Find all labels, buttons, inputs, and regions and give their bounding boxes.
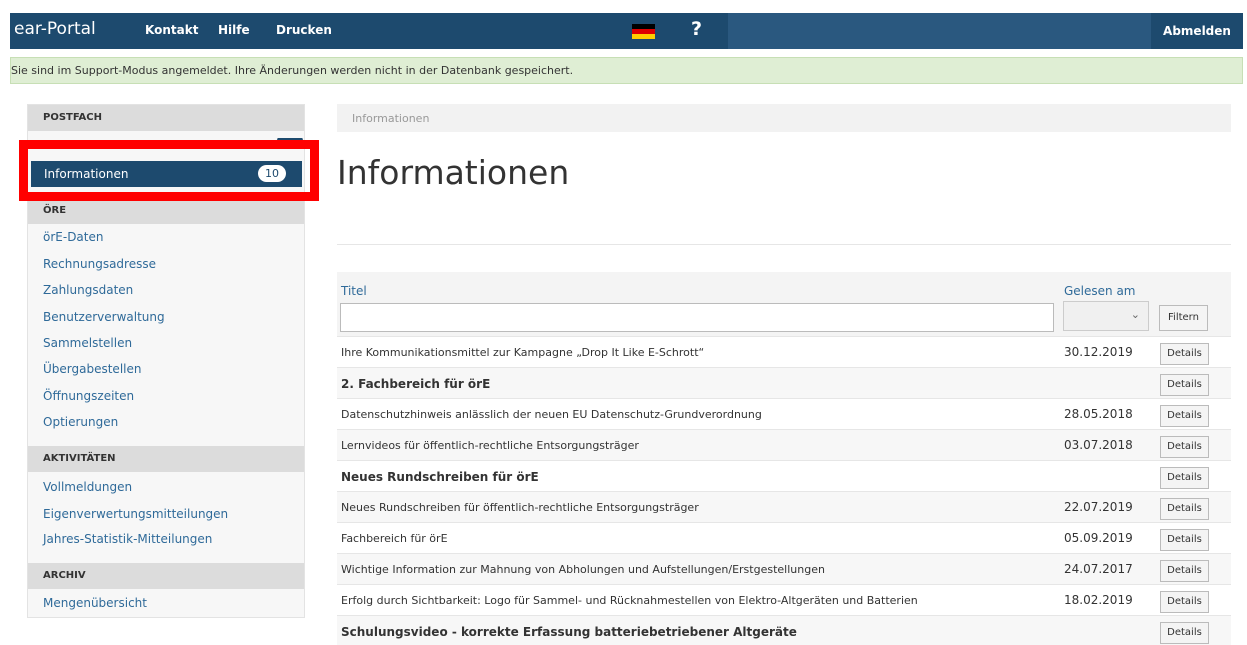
german-flag-icon[interactable] [632,24,655,39]
table-row: Ihre Kommunikationsmittel zur Kampagne „… [337,336,1231,367]
title-filter-input[interactable] [340,303,1054,332]
breadcrumb-item[interactable]: Informationen [352,112,429,125]
table-row: Fachbereich für örE 05.09.2019 Details [337,522,1231,553]
table-row: Wichtige Information zur Mahnung von Abh… [337,553,1231,584]
nav-drucken[interactable]: Drucken [276,23,332,37]
sidebar-item-informationen[interactable]: Informationen 10 [31,161,302,187]
sidebar-item-vollmeldungen[interactable]: Vollmeldungen [43,480,132,494]
row-title: Erfolg durch Sichtbarkeit: Logo für Samm… [341,594,918,607]
row-read-date: 28.05.2018 [1064,407,1133,421]
table-row: Neues Rundschreiben für örE Details [337,460,1231,491]
unread-count-badge: 10 [258,165,286,182]
sidebar: POSTFACH Informationen 10 ÖRE örE-Daten … [27,104,305,618]
brand-logo[interactable]: ear-Portal [14,19,96,39]
details-button[interactable]: Details [1160,498,1209,520]
row-title: Neues Rundschreiben für örE [341,470,539,484]
row-read-date: 18.02.2019 [1064,593,1133,607]
sidebar-item-oere-daten[interactable]: örE-Daten [43,230,103,244]
top-navigation-bar: ear-Portal Kontakt Hilfe Drucken ? Abmel… [10,13,1243,49]
chevron-down-icon: ⌄ [1130,308,1140,321]
row-read-date: 22.07.2019 [1064,500,1133,514]
help-icon[interactable]: ? [691,18,702,40]
sidebar-heading-oere: ÖRE [28,198,304,224]
details-button[interactable]: Details [1160,560,1209,582]
divider [337,244,1231,245]
sidebar-item-label: Informationen [44,167,129,181]
row-title: Schulungsvideo - korrekte Erfassung batt… [341,625,797,639]
sidebar-item-benutzerverwaltung[interactable]: Benutzerverwaltung [43,310,165,324]
row-title: Neues Rundschreiben für öffentlich-recht… [341,501,699,514]
details-button[interactable]: Details [1160,343,1209,365]
details-button[interactable]: Details [1160,405,1209,427]
sidebar-item-zahlungsdaten[interactable]: Zahlungsdaten [43,283,133,297]
read-date-filter-select[interactable]: ⌄ [1063,301,1149,331]
table-row: 2. Fachbereich für örE Details [337,367,1231,398]
row-read-date: 24.07.2017 [1064,562,1133,576]
filter-button[interactable]: Filtern [1159,305,1208,331]
sidebar-item-sammelstellen[interactable]: Sammelstellen [43,336,132,350]
sidebar-item-hidden[interactable] [43,138,303,150]
table-row: Datenschutzhinweis anlässlich der neuen … [337,398,1231,429]
table-row: Schulungsvideo - korrekte Erfassung batt… [337,615,1231,645]
row-title: Ihre Kommunikationsmittel zur Kampagne „… [341,346,705,359]
sidebar-item-rechnungsadresse[interactable]: Rechnungsadresse [43,257,156,271]
breadcrumb: Informationen [337,104,1231,132]
count-badge [277,138,303,148]
sidebar-item-uebergabestellen[interactable]: Übergabestellen [43,362,141,376]
support-mode-banner: Sie sind im Support-Modus angemeldet. Ih… [10,57,1243,84]
sidebar-item-optierungen[interactable]: Optierungen [43,415,118,429]
row-title: Wichtige Information zur Mahnung von Abh… [341,563,825,576]
nav-hilfe[interactable]: Hilfe [218,23,250,37]
column-header-read-date[interactable]: Gelesen am [1064,284,1136,298]
sidebar-heading-archiv: ARCHIV [28,563,304,589]
column-header-title[interactable]: Titel [341,284,367,298]
table-row: Neues Rundschreiben für öffentlich-recht… [337,491,1231,522]
sidebar-item-jahres-statistik[interactable]: Jahres-Statistik-Mitteilungen [43,532,212,546]
table-row: Lernvideos für öffentlich-rechtliche Ent… [337,429,1231,460]
page-title: Informationen [337,153,570,192]
sidebar-item-oeffnungszeiten[interactable]: Öffnungszeiten [43,389,134,403]
details-button[interactable]: Details [1160,467,1209,489]
sidebar-heading-aktivitaeten: AKTIVITÄTEN [28,446,304,472]
row-title: 2. Fachbereich für örE [341,377,491,391]
sidebar-item-eigenverwertungsmitteilungen[interactable]: Eigenverwertungsmitteilungen [43,507,228,521]
details-button[interactable]: Details [1160,622,1209,644]
row-read-date: 03.07.2018 [1064,438,1133,452]
details-button[interactable]: Details [1160,374,1209,396]
logout-button[interactable]: Abmelden [1151,13,1243,49]
sidebar-item-mengenuebersicht[interactable]: Mengenübersicht [43,596,147,610]
nav-kontakt[interactable]: Kontakt [145,23,198,37]
sidebar-heading-postfach: POSTFACH [28,105,304,131]
details-button[interactable]: Details [1160,436,1209,458]
details-button[interactable]: Details [1160,591,1209,613]
row-title: Fachbereich für örE [341,532,448,545]
details-button[interactable]: Details [1160,529,1209,551]
table-row: Erfolg durch Sichtbarkeit: Logo für Samm… [337,584,1231,615]
row-read-date: 30.12.2019 [1064,345,1133,359]
top-search-area [728,13,1151,49]
row-title: Datenschutzhinweis anlässlich der neuen … [341,408,762,421]
row-title: Lernvideos für öffentlich-rechtliche Ent… [341,439,639,452]
table-header: Titel Gelesen am ⌄ Filtern [337,272,1231,336]
support-mode-message: Sie sind im Support-Modus angemeldet. Ih… [11,64,574,77]
row-read-date: 05.09.2019 [1064,531,1133,545]
